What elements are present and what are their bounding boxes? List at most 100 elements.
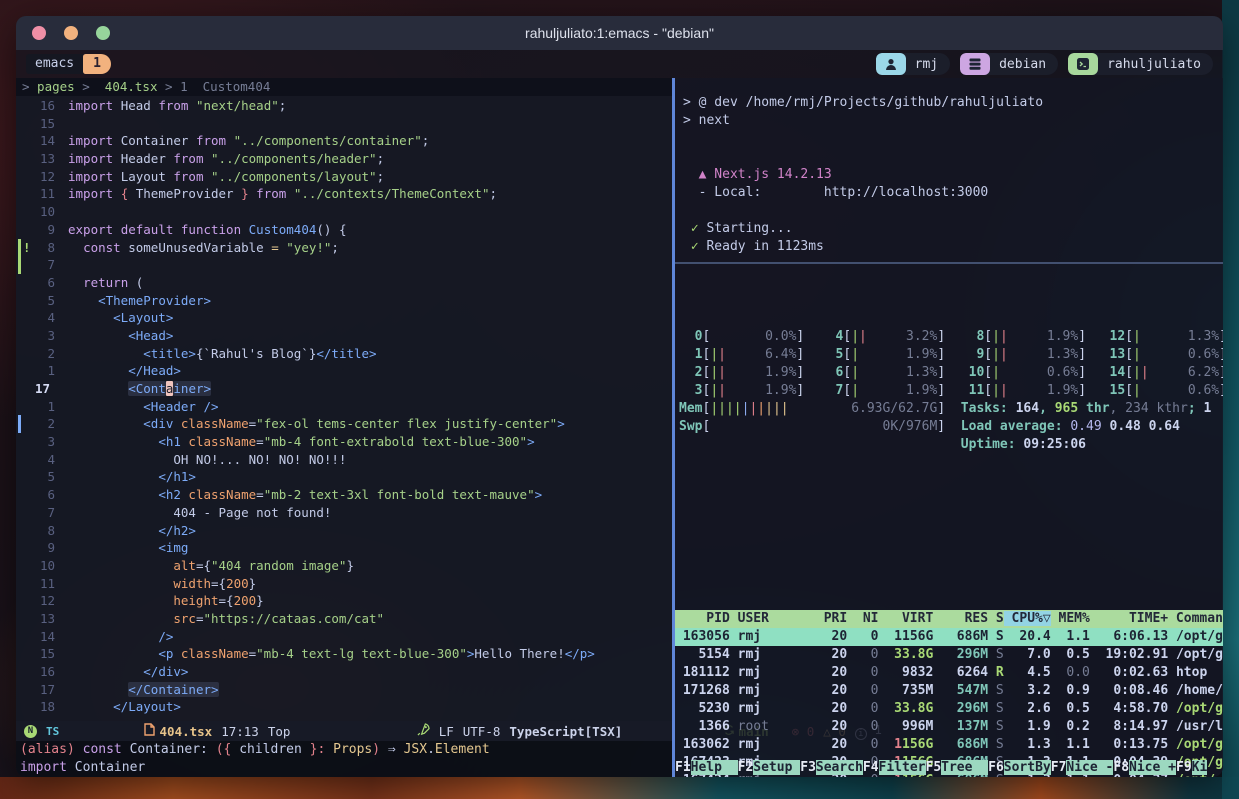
code-line[interactable]: 4 <Layout> bbox=[16, 309, 672, 327]
code-line[interactable]: 8 </h2> bbox=[16, 522, 672, 540]
code-line[interactable]: 11import { ThemeProvider } from "../cont… bbox=[16, 185, 672, 203]
code-line[interactable]: 9export default function Custom404() { bbox=[16, 221, 672, 239]
gutter bbox=[16, 433, 32, 451]
editor-pane[interactable]: > pages > 404.tsx > 1 Custom404 16import… bbox=[16, 78, 672, 777]
code-line[interactable]: 6 <h2 className="mb-2 text-3xl font-bold… bbox=[16, 486, 672, 504]
fkey-f7[interactable]: F7Nice - bbox=[1051, 759, 1114, 777]
line-number: 9 bbox=[32, 221, 68, 239]
code-line[interactable]: 12 height={200} bbox=[16, 592, 672, 610]
code-line[interactable]: 16 </div> bbox=[16, 663, 672, 681]
code-buffer[interactable]: 16import Head from "next/head";1514impor… bbox=[16, 96, 672, 721]
minimize-window-button[interactable] bbox=[64, 26, 78, 40]
code-line[interactable]: 5 </h1> bbox=[16, 468, 672, 486]
code-text: import Container from "../components/con… bbox=[68, 132, 429, 150]
code-line[interactable]: 9 <img bbox=[16, 539, 672, 557]
code-text: const someUnusedVariable = "yey!"; bbox=[68, 239, 339, 257]
code-line[interactable]: 10 alt={"404 random image"} bbox=[16, 557, 672, 575]
gutter bbox=[16, 522, 32, 540]
fkey-f6[interactable]: F6SortBy bbox=[988, 759, 1051, 777]
code-line[interactable]: 1 </Head> bbox=[16, 362, 672, 380]
fkey-f4[interactable]: F4Filter bbox=[863, 759, 926, 777]
terminal-line: > next bbox=[683, 112, 1223, 130]
process-row[interactable]: 171268 rmj 20 0 735M 547M S 3.2 0.9 0:08… bbox=[675, 682, 1223, 700]
code-text: import Layout from "../components/layout… bbox=[68, 168, 384, 186]
line-number: 7 bbox=[32, 504, 68, 522]
code-line[interactable]: 14 /> bbox=[16, 628, 672, 646]
close-window-button[interactable] bbox=[32, 26, 46, 40]
dev-server-pane[interactable]: > @ dev /home/rmj/Projects/github/rahulj… bbox=[675, 78, 1223, 262]
fkey-f5[interactable]: F5Tree bbox=[926, 759, 989, 777]
code-line[interactable]: 11 width={200} bbox=[16, 575, 672, 593]
code-text: return ( bbox=[68, 274, 143, 292]
gutter bbox=[16, 345, 32, 363]
process-row[interactable]: 5230 rmj 20 0 33.8G 296M S 2.6 0.5 4:58.… bbox=[675, 700, 1223, 718]
maximize-window-button[interactable] bbox=[96, 26, 110, 40]
terminal-line: ✓ Ready in 1123ms bbox=[683, 238, 1223, 256]
tmux-window-tab[interactable]: emacs 1 bbox=[26, 54, 111, 74]
fkey-f1[interactable]: F1Help bbox=[675, 759, 738, 777]
code-line[interactable]: !8 const someUnusedVariable = "yey!"; bbox=[16, 239, 672, 257]
sort-column-cpu[interactable]: CPU%▽ bbox=[1004, 611, 1051, 626]
code-line[interactable]: 2 <title>{`Rahul's Blog`}</title> bbox=[16, 345, 672, 363]
code-text: <Container> bbox=[68, 380, 211, 398]
code-line[interactable]: 10 bbox=[16, 203, 672, 221]
line-number: 17 bbox=[32, 681, 68, 699]
terminal-line bbox=[683, 130, 1223, 148]
code-text: OH NO!... NO! NO! NO!!! bbox=[68, 451, 346, 469]
process-row[interactable]: 163062 rmj 20 0 1156G 686M S 1.3 1.1 0:1… bbox=[675, 736, 1223, 754]
code-line[interactable]: 13 src="https://cataas.com/cat" bbox=[16, 610, 672, 628]
code-text: </h1> bbox=[68, 468, 196, 486]
editor-modeline: N TS 404.tsx 17:13 Top LF UTF-8 TypeScri… bbox=[16, 721, 672, 741]
code-text: </Head> bbox=[68, 362, 181, 380]
code-line[interactable]: 3 <h1 className="mb-4 font-extrabold tex… bbox=[16, 433, 672, 451]
echo-line: (alias) const Container: ({ children }: … bbox=[20, 741, 672, 759]
process-row[interactable]: 181112 rmj 20 0 9832 6264 R 4.5 0.0 0:02… bbox=[675, 664, 1223, 682]
line-number: 4 bbox=[32, 309, 68, 327]
code-text: src="https://cataas.com/cat" bbox=[68, 610, 384, 628]
code-line[interactable]: 7 bbox=[16, 256, 672, 274]
code-line[interactable]: 14import Container from "../components/c… bbox=[16, 132, 672, 150]
code-line[interactable]: 4 OH NO!... NO! NO! NO!!! bbox=[16, 451, 672, 469]
cpu-meter-row: 1[|| 6.4%] 5[| 1.9%] 9[|| 1.3%] 13[| 0.6… bbox=[679, 346, 1223, 364]
code-line[interactable]: 1 <Header /> bbox=[16, 398, 672, 416]
code-line[interactable]: 17 </Container> bbox=[16, 681, 672, 699]
line-number: 6 bbox=[32, 274, 68, 292]
code-line[interactable]: 2 <div className="fex-ol tems-center fle… bbox=[16, 415, 672, 433]
code-text: width={200} bbox=[68, 575, 256, 593]
line-number: 7 bbox=[32, 256, 68, 274]
tmux-window-name: emacs bbox=[26, 54, 83, 74]
status-badge: rahuljuliato bbox=[1068, 53, 1213, 75]
process-row[interactable]: 1366 root 20 0 996M 137M S 1.9 0.2 8:14.… bbox=[675, 718, 1223, 736]
code-line[interactable]: 15 bbox=[16, 115, 672, 133]
code-line[interactable]: 15 <p className="mb-4 text-lg text-blue-… bbox=[16, 645, 672, 663]
htop-meters: 0[ 0.0%] 4[|| 3.2%] 8[|| 1.9%] 12[| 1.3%… bbox=[675, 300, 1223, 454]
gutter bbox=[16, 150, 32, 168]
code-line[interactable]: 17 <Container> bbox=[16, 380, 672, 398]
htop-pane[interactable]: 0[ 0.0%] 4[|| 3.2%] 8[|| 1.9%] 12[| 1.3%… bbox=[675, 264, 1223, 777]
code-line[interactable]: 7 404 - Page not found! bbox=[16, 504, 672, 522]
fkey-f2[interactable]: F2Setup bbox=[738, 759, 801, 777]
gutter bbox=[16, 203, 32, 221]
code-line[interactable]: 16import Head from "next/head"; bbox=[16, 97, 672, 115]
gutter bbox=[16, 451, 32, 469]
code-line[interactable]: 3 <Head> bbox=[16, 327, 672, 345]
code-line[interactable]: 6 return ( bbox=[16, 274, 672, 292]
code-text: <img bbox=[68, 539, 188, 557]
code-text: </h2> bbox=[68, 522, 196, 540]
echo-line: import Container bbox=[20, 759, 672, 777]
line-number: 6 bbox=[32, 486, 68, 504]
fkey-f9[interactable]: F9Ki bbox=[1176, 759, 1207, 777]
gutter bbox=[16, 486, 32, 504]
line-number: 5 bbox=[32, 468, 68, 486]
process-table-header[interactable]: PID USER PRI NI VIRT RES S CPU%▽ MEM% TI… bbox=[675, 610, 1223, 628]
process-row[interactable]: 163056 rmj 20 0 1156G 686M S 20.4 1.1 6:… bbox=[675, 628, 1223, 646]
typescript-icon: TS bbox=[46, 725, 59, 738]
code-line[interactable]: 5 <ThemeProvider> bbox=[16, 292, 672, 310]
process-row[interactable]: 5154 rmj 20 0 33.8G 296M S 7.0 0.5 19:02… bbox=[675, 646, 1223, 664]
fkey-f8[interactable]: F8Nice + bbox=[1113, 759, 1176, 777]
fkey-f3[interactable]: F3Search bbox=[800, 759, 863, 777]
line-number: 3 bbox=[32, 327, 68, 345]
gutter bbox=[16, 592, 32, 610]
code-line[interactable]: 12import Layout from "../components/layo… bbox=[16, 168, 672, 186]
code-line[interactable]: 13import Header from "../components/head… bbox=[16, 150, 672, 168]
